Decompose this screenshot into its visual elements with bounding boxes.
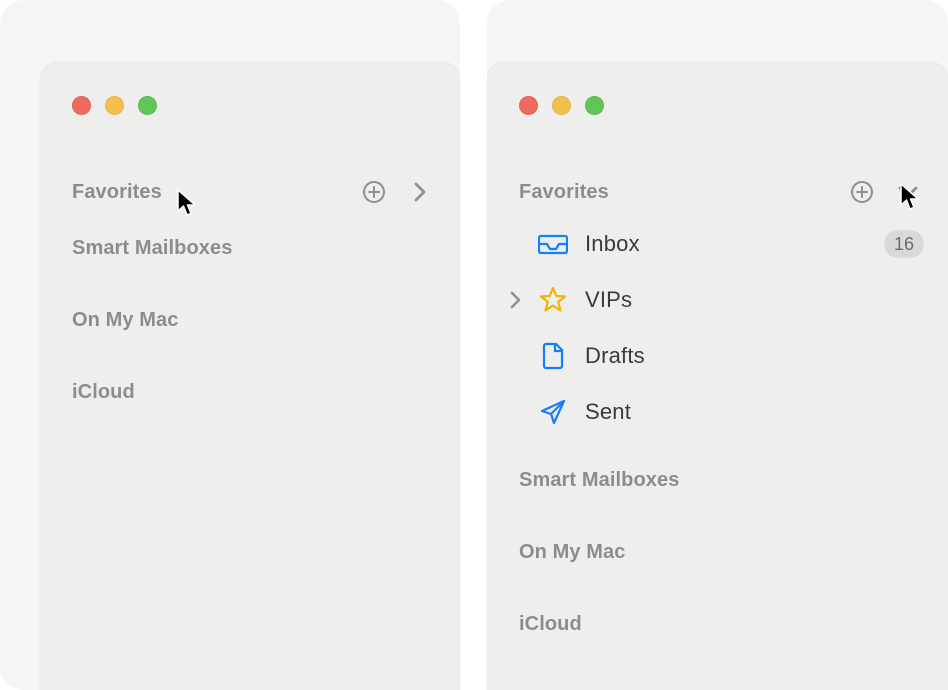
doc-icon: [537, 342, 569, 370]
section-favorites-row[interactable]: Favorites: [40, 174, 460, 210]
star-icon: [537, 286, 569, 314]
unread-count-badge: 16: [884, 230, 924, 258]
favorites-item-inbox[interactable]: Inbox 16: [487, 216, 948, 272]
minimize-button[interactable]: [105, 96, 124, 115]
section-favorites-row[interactable]: Favorites: [487, 174, 948, 210]
section-smart-mailboxes-label: Smart Mailboxes: [519, 469, 679, 492]
window-controls: [72, 96, 157, 115]
section-on-my-mac-row[interactable]: On My Mac: [487, 534, 948, 570]
favorites-item-label: Drafts: [585, 343, 645, 369]
sidebar-window-expanded: Favorites Inbox 16 VIPs: [487, 62, 948, 690]
favorites-item-label: Sent: [585, 399, 631, 425]
window-controls: [519, 96, 604, 115]
close-button[interactable]: [519, 96, 538, 115]
send-icon: [537, 398, 569, 426]
chevron-right-icon[interactable]: [404, 181, 436, 203]
section-icloud-row[interactable]: iCloud: [487, 606, 948, 642]
section-on-my-mac-row[interactable]: On My Mac: [40, 302, 460, 338]
zoom-button[interactable]: [138, 96, 157, 115]
close-button[interactable]: [72, 96, 91, 115]
section-smart-mailboxes-row[interactable]: Smart Mailboxes: [40, 230, 460, 266]
section-favorites-label: Favorites: [519, 181, 609, 204]
favorites-item-drafts[interactable]: Drafts: [487, 328, 948, 384]
plus-circle-icon[interactable]: [846, 180, 878, 204]
favorites-item-vips[interactable]: VIPs: [487, 272, 948, 328]
favorites-item-label: VIPs: [585, 287, 632, 313]
favorites-items: Inbox 16 VIPs Drafts Sent: [487, 216, 948, 440]
inbox-icon: [537, 232, 569, 256]
section-icloud-label: iCloud: [72, 381, 135, 404]
section-icloud-label: iCloud: [519, 613, 582, 636]
chevron-down-icon[interactable]: [892, 184, 924, 200]
plus-circle-icon[interactable]: [358, 180, 390, 204]
sidebar-window-collapsed: Favorites Smart Mailboxes On My Mac iClo…: [40, 62, 460, 690]
chevron-right-icon[interactable]: [503, 288, 527, 312]
section-smart-mailboxes-row[interactable]: Smart Mailboxes: [487, 462, 948, 498]
zoom-button[interactable]: [585, 96, 604, 115]
section-favorites-label: Favorites: [72, 181, 162, 204]
section-icloud-row[interactable]: iCloud: [40, 374, 460, 410]
section-smart-mailboxes-label: Smart Mailboxes: [72, 237, 232, 260]
section-on-my-mac-label: On My Mac: [72, 309, 178, 332]
favorites-item-label: Inbox: [585, 231, 640, 257]
section-on-my-mac-label: On My Mac: [519, 541, 625, 564]
favorites-item-sent[interactable]: Sent: [487, 384, 948, 440]
minimize-button[interactable]: [552, 96, 571, 115]
